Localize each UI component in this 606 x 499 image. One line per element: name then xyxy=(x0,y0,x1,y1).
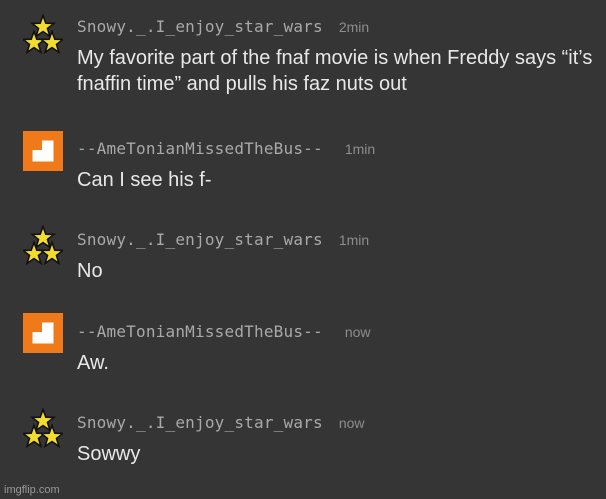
stars-icon xyxy=(23,225,63,265)
timestamp: 1min xyxy=(344,141,376,157)
message-text: Sowwy xyxy=(77,443,141,465)
message-header: Snowy._.I_enjoy_star_wars 2min xyxy=(77,17,369,36)
username[interactable]: --AmeTonianMissedTheBus-- xyxy=(77,139,323,158)
username[interactable]: Snowy._.I_enjoy_star_wars xyxy=(77,17,323,36)
square-logo-icon xyxy=(29,137,57,165)
orange-square-avatar[interactable] xyxy=(23,131,63,171)
stars-icon xyxy=(23,408,63,448)
stars-avatar[interactable] xyxy=(23,14,63,54)
message-header: Snowy._.I_enjoy_star_wars now xyxy=(77,413,365,432)
message-header: --AmeTonianMissedTheBus-- now xyxy=(77,322,371,341)
square-logo-icon xyxy=(29,319,57,347)
stars-avatar[interactable] xyxy=(23,408,63,448)
timestamp: now xyxy=(338,415,365,431)
message-text: No xyxy=(77,260,103,282)
chat-feed: Snowy._.I_enjoy_star_wars 2min My favori… xyxy=(0,0,606,499)
orange-square-avatar[interactable] xyxy=(23,313,63,353)
message-header: --AmeTonianMissedTheBus-- 1min xyxy=(77,139,375,158)
timestamp: now xyxy=(344,324,371,340)
message-text: My favorite part of the fnaf movie is wh… xyxy=(77,47,593,95)
username[interactable]: Snowy._.I_enjoy_star_wars xyxy=(77,230,323,249)
timestamp: 2min xyxy=(338,19,370,35)
message-text: Aw. xyxy=(77,352,109,374)
username[interactable]: Snowy._.I_enjoy_star_wars xyxy=(77,413,323,432)
timestamp: 1min xyxy=(338,232,370,248)
imgflip-watermark: imgflip.com xyxy=(4,484,60,496)
stars-icon xyxy=(23,14,63,54)
stars-avatar[interactable] xyxy=(23,225,63,265)
username[interactable]: --AmeTonianMissedTheBus-- xyxy=(77,322,323,341)
message-header: Snowy._.I_enjoy_star_wars 1min xyxy=(77,230,369,249)
message-text: Can I see his f- xyxy=(77,169,212,191)
